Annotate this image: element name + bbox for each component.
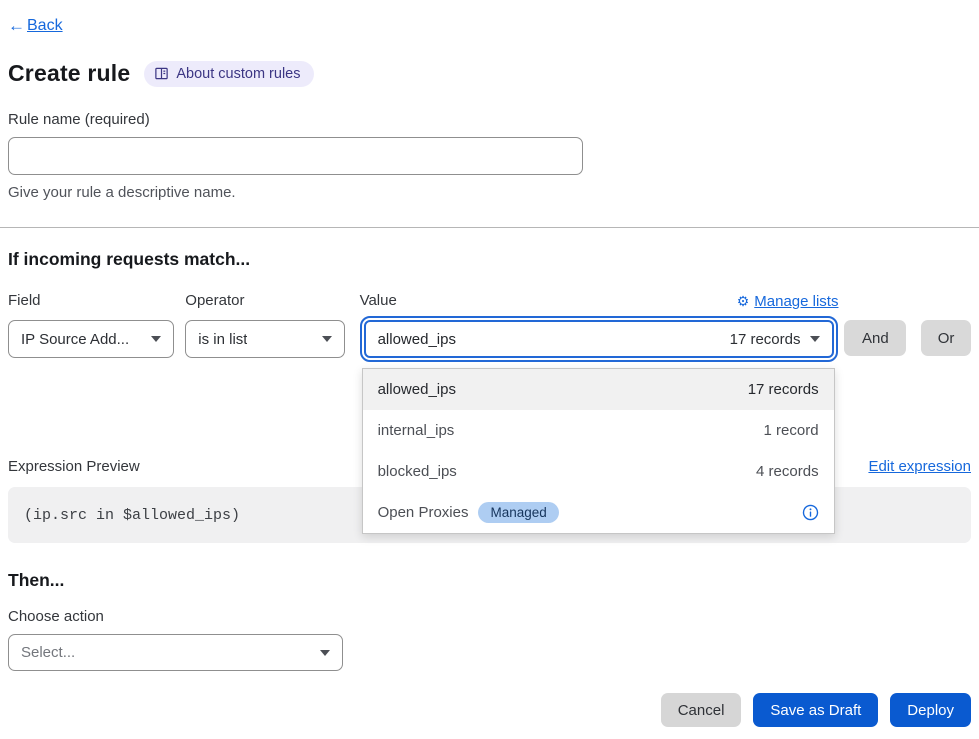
chevron-down-icon	[810, 336, 820, 342]
save-as-draft-button[interactable]: Save as Draft	[753, 693, 878, 727]
chevron-down-icon	[320, 650, 330, 656]
back-arrow-icon: ←	[8, 16, 25, 36]
value-select-name: allowed_ips	[378, 331, 456, 348]
chevron-down-icon	[151, 336, 161, 342]
or-button[interactable]: Or	[921, 320, 971, 356]
list-item-records: 4 records	[756, 463, 819, 480]
cancel-button[interactable]: Cancel	[661, 693, 742, 727]
managed-badge: Managed	[478, 502, 558, 523]
list-item-open-proxies[interactable]: Open Proxies Managed	[363, 492, 834, 533]
expression-code: (ip.src in $allowed_ips)	[24, 507, 240, 524]
value-dropdown-panel: allowed_ips 17 records internal_ips 1 re…	[362, 368, 835, 534]
value-select[interactable]: allowed_ips 17 records	[364, 320, 835, 358]
back-link[interactable]: ←Back	[8, 16, 63, 36]
edit-expression-link[interactable]: Edit expression	[868, 458, 971, 475]
back-label: Back	[27, 17, 63, 35]
section-divider	[0, 227, 979, 228]
match-section-heading: If incoming requests match...	[8, 249, 971, 270]
list-item-blocked-ips[interactable]: blocked_ips 4 records	[363, 451, 834, 492]
info-icon[interactable]	[802, 504, 819, 521]
list-item-name: allowed_ips	[378, 381, 456, 398]
manage-lists-label: Manage lists	[754, 293, 838, 310]
action-select-placeholder: Select...	[21, 644, 75, 661]
operator-label: Operator	[185, 292, 344, 311]
value-select-records: 17 records	[730, 331, 801, 348]
chevron-down-icon	[322, 336, 332, 342]
rule-name-helper: Give your rule a descriptive name.	[8, 184, 971, 201]
list-item-records: 17 records	[748, 381, 819, 398]
list-item-internal-ips[interactable]: internal_ips 1 record	[363, 410, 834, 451]
create-rule-page: ←Back Create rule About custom rules Rul…	[0, 0, 979, 727]
value-select-focus-ring: allowed_ips 17 records	[360, 316, 839, 362]
action-select[interactable]: Select...	[8, 634, 343, 671]
operator-select-value: is in list	[198, 331, 247, 348]
list-item-allowed-ips[interactable]: allowed_ips 17 records	[363, 369, 834, 410]
field-select-value: IP Source Add...	[21, 331, 129, 348]
operator-select[interactable]: is in list	[185, 320, 344, 358]
rule-name-input[interactable]	[8, 137, 583, 175]
choose-action-label: Choose action	[8, 608, 971, 625]
page-title: Create rule	[8, 60, 130, 87]
rule-name-label: Rule name (required)	[8, 111, 971, 128]
and-button[interactable]: And	[844, 320, 906, 356]
list-item-records: 1 record	[764, 422, 819, 439]
value-label: Value	[360, 292, 397, 311]
book-icon	[154, 66, 169, 81]
about-custom-rules-badge[interactable]: About custom rules	[144, 61, 313, 87]
about-badge-label: About custom rules	[176, 66, 300, 82]
field-select[interactable]: IP Source Add...	[8, 320, 174, 358]
list-item-name: Open Proxies	[378, 504, 469, 521]
field-label: Field	[8, 292, 174, 311]
manage-lists-link[interactable]: ⚙ Manage lists	[737, 293, 839, 310]
list-item-name: internal_ips	[378, 422, 455, 439]
deploy-button[interactable]: Deploy	[890, 693, 971, 727]
then-section-heading: Then...	[8, 570, 971, 591]
list-item-name: blocked_ips	[378, 463, 457, 480]
gear-icon: ⚙	[737, 293, 750, 310]
expression-preview-label: Expression Preview	[8, 458, 140, 475]
